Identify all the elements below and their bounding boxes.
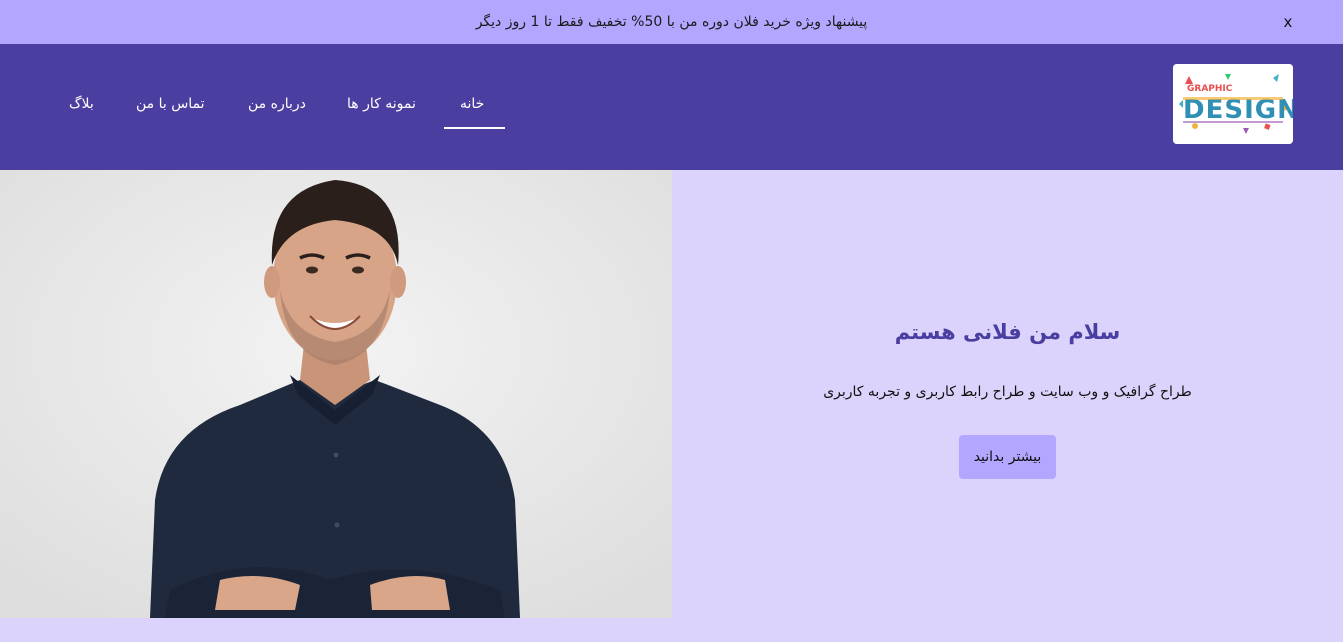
nav-item-portfolio[interactable]: نمونه کار ها <box>347 96 416 120</box>
logo-line1: GRAPHIC <box>1187 84 1233 94</box>
nav-item-contact[interactable]: تماس با من <box>136 96 205 120</box>
close-icon[interactable]: x <box>1281 12 1295 32</box>
nav-item-home[interactable]: خانه <box>460 96 484 120</box>
promo-text: پیشنهاد ویژه خرید فلان دوره من با 50% تخ… <box>475 14 868 30</box>
logo[interactable]: GRAPHIC DESIGN <box>1173 64 1293 144</box>
nav-item-about[interactable]: درباره من <box>248 96 306 120</box>
hero-photo <box>0 170 672 618</box>
promo-bar: پیشنهاد ویژه خرید فلان دوره من با 50% تخ… <box>0 0 1343 44</box>
nav-active-indicator <box>444 127 505 129</box>
learn-more-button[interactable]: بیشتر بدانید <box>959 435 1056 479</box>
hero-subtitle: طراح گرافیک و وب سایت و طراح رابط کاربری… <box>823 384 1192 400</box>
hero-title: سلام من فلانی هستم <box>894 320 1121 344</box>
nav-item-blog[interactable]: بلاگ <box>69 96 94 120</box>
navbar: GRAPHIC DESIGN خانه نمونه کار ها درباره … <box>0 44 1343 170</box>
hero-section: سلام من فلانی هستم طراح گرافیک و وب سایت… <box>672 170 1343 618</box>
graphic-design-logo-icon: GRAPHIC DESIGN <box>1173 64 1293 144</box>
portrait-image <box>0 170 672 618</box>
